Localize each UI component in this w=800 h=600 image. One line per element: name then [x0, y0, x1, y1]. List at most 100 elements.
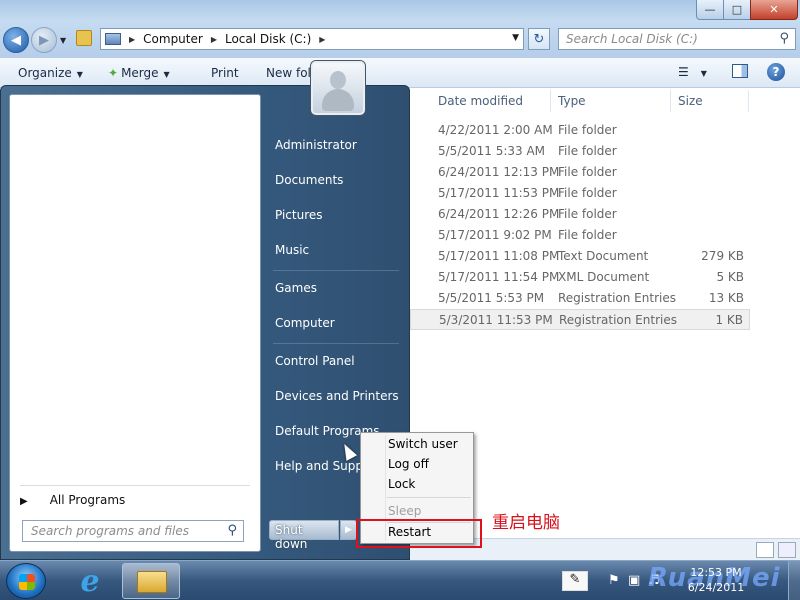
search-icon[interactable]: ⚲	[227, 523, 237, 538]
file-type-cell: Text Document	[558, 249, 649, 263]
start-search-input[interactable]: Search programs and files ⚲	[22, 520, 244, 542]
start-item-administrator[interactable]: Administrator	[275, 138, 357, 152]
organize-label: Organize	[18, 66, 72, 80]
shutdown-button[interactable]: Shut down	[269, 520, 339, 551]
show-desktop-button[interactable]	[788, 561, 800, 600]
menu-separator	[387, 497, 471, 498]
views-button[interactable]: ☰ ▼	[678, 65, 707, 79]
chevron-down-icon[interactable]: ▼	[512, 33, 519, 43]
table-row[interactable]: 5/17/2011 11:08 PM Text Document 279 KB	[410, 246, 750, 267]
file-type-cell: Registration Entries	[559, 313, 677, 327]
column-divider[interactable]	[748, 90, 749, 112]
start-item-music[interactable]: Music	[275, 243, 309, 257]
help-icon[interactable]: ?	[767, 63, 785, 81]
explorer-folder-icon[interactable]	[122, 563, 180, 599]
restart-highlight-box	[356, 519, 482, 548]
chevron-right-icon[interactable]: ▶	[211, 35, 217, 44]
file-type-cell: File folder	[558, 186, 617, 200]
address-row: ◀ ▶ ▼ ▶ Computer ▶ Local Disk (C:) ▶ ▼ ↻…	[0, 22, 800, 58]
column-divider[interactable]	[670, 90, 671, 112]
divider	[273, 270, 399, 271]
organize-button[interactable]: Organize ▼	[18, 66, 83, 80]
back-arrow-icon[interactable]: ◀	[3, 27, 29, 53]
minimize-button[interactable]: —	[696, 0, 724, 20]
table-row[interactable]: 5/3/2011 11:53 PM Registration Entries 1 K…	[410, 309, 750, 330]
table-row[interactable]: 5/17/2011 11:53 PM File folder	[410, 183, 750, 204]
chevron-down-icon: ▼	[163, 70, 170, 79]
search-input[interactable]: Search Local Disk (C:) ⚲	[558, 28, 796, 50]
chevron-right-icon[interactable]: ▶	[319, 35, 325, 44]
pen-input-icon[interactable]: ✎	[562, 571, 588, 591]
all-programs-button[interactable]: ▶ All Programs	[20, 493, 125, 507]
maximize-button[interactable]: □	[723, 0, 751, 20]
user-picture-icon[interactable]	[311, 61, 365, 115]
menu-item-log-off[interactable]: Log off	[388, 457, 429, 471]
triangle-right-icon: ▶	[20, 496, 28, 507]
table-row[interactable]: 5/17/2011 11:54 PM XML Document 5 KB	[410, 267, 750, 288]
start-item-pictures[interactable]: Pictures	[275, 208, 323, 222]
search-icon[interactable]: ⚲	[779, 31, 789, 46]
folder-up-icon[interactable]	[76, 30, 92, 46]
file-date-cell: 4/22/2011 2:00 AM	[438, 123, 553, 137]
refresh-icon[interactable]: ↻	[528, 28, 550, 50]
column-header-type[interactable]: Type	[558, 94, 586, 108]
internet-explorer-icon[interactable]: e	[68, 564, 112, 599]
breadcrumb-computer[interactable]: Computer	[143, 32, 203, 46]
window-titlebar: — □ ✕	[0, 0, 800, 22]
breadcrumb-local-disk[interactable]: Local Disk (C:)	[225, 32, 311, 46]
column-header-size[interactable]: Size	[678, 94, 703, 108]
preview-pane-icon[interactable]	[732, 64, 748, 78]
file-date-cell: 5/17/2011 11:53 PM	[438, 186, 560, 200]
file-type-cell: XML Document	[558, 270, 650, 284]
network-icon[interactable]: ▣	[628, 573, 640, 588]
file-size-cell: 279 KB	[701, 249, 744, 263]
clock-time: 12:53 PM	[690, 566, 742, 579]
user-body-shape	[322, 89, 354, 111]
file-type-cell: Registration Entries	[558, 291, 676, 305]
menu-item-switch-user[interactable]: Switch user	[388, 437, 458, 451]
start-item-computer[interactable]: Computer	[275, 316, 335, 330]
divider	[273, 343, 399, 344]
table-row[interactable]: 4/22/2011 2:00 AM File folder	[410, 120, 750, 141]
views-icon: ☰	[678, 65, 689, 79]
shutdown-options-arrow-icon[interactable]: ▶	[340, 520, 357, 540]
forward-arrow-icon[interactable]: ▶	[31, 27, 57, 53]
table-row[interactable]: 6/24/2011 12:26 PM File folder	[410, 204, 750, 225]
column-divider[interactable]	[550, 90, 551, 112]
windows-orb-icon[interactable]	[6, 563, 46, 599]
column-header-date-modified[interactable]: Date modified	[438, 94, 523, 108]
merge-label: Merge	[121, 66, 159, 80]
start-item-documents[interactable]: Documents	[275, 173, 343, 187]
start-item-devices-printers[interactable]: Devices and Printers	[275, 389, 399, 403]
address-bar[interactable]: ▶ Computer ▶ Local Disk (C:) ▶ ▼	[100, 28, 524, 50]
start-menu: ▶ All Programs Search programs and files …	[0, 61, 410, 560]
start-item-control-panel[interactable]: Control Panel	[275, 354, 355, 368]
file-date-cell: 6/24/2011 12:26 PM	[438, 207, 560, 221]
file-type-cell: File folder	[558, 228, 617, 242]
print-button[interactable]: Print	[211, 66, 239, 80]
file-size-cell: 5 KB	[716, 270, 744, 284]
flag-icon[interactable]: ⚑	[608, 573, 620, 588]
restart-annotation-label: 重启电脑	[492, 513, 560, 533]
start-item-games[interactable]: Games	[275, 281, 317, 295]
all-programs-label: All Programs	[49, 493, 126, 507]
table-row[interactable]: 6/24/2011 12:13 PM File folder	[410, 162, 750, 183]
close-button[interactable]: ✕	[750, 0, 798, 20]
menu-item-lock[interactable]: Lock	[388, 477, 415, 491]
user-head-shape	[330, 71, 346, 89]
merge-button[interactable]: ✦ Merge ▼	[108, 66, 170, 80]
chevron-right-icon[interactable]: ▶	[129, 35, 135, 44]
recent-pages-dropdown[interactable]: ▼	[60, 36, 66, 45]
file-date-cell: 5/5/2011 5:33 AM	[438, 144, 546, 158]
new-folder-button[interactable]: New fol	[266, 66, 311, 80]
table-row[interactable]: 5/5/2011 5:33 AM File folder	[410, 141, 750, 162]
file-date-cell: 5/17/2011 11:08 PM	[438, 249, 560, 263]
table-row[interactable]: 5/5/2011 5:53 PM Registration Entries 13 K…	[410, 288, 750, 309]
file-date-cell: 5/5/2011 5:53 PM	[438, 291, 545, 305]
details-view-icon[interactable]	[756, 542, 774, 558]
tiles-view-icon[interactable]	[778, 542, 796, 558]
clock[interactable]: 12:53 PM 6/24/2011	[680, 565, 752, 595]
chevron-down-icon: ▼	[700, 69, 707, 78]
file-type-cell: File folder	[558, 207, 617, 221]
table-row[interactable]: 5/17/2011 9:02 PM File folder	[410, 225, 750, 246]
